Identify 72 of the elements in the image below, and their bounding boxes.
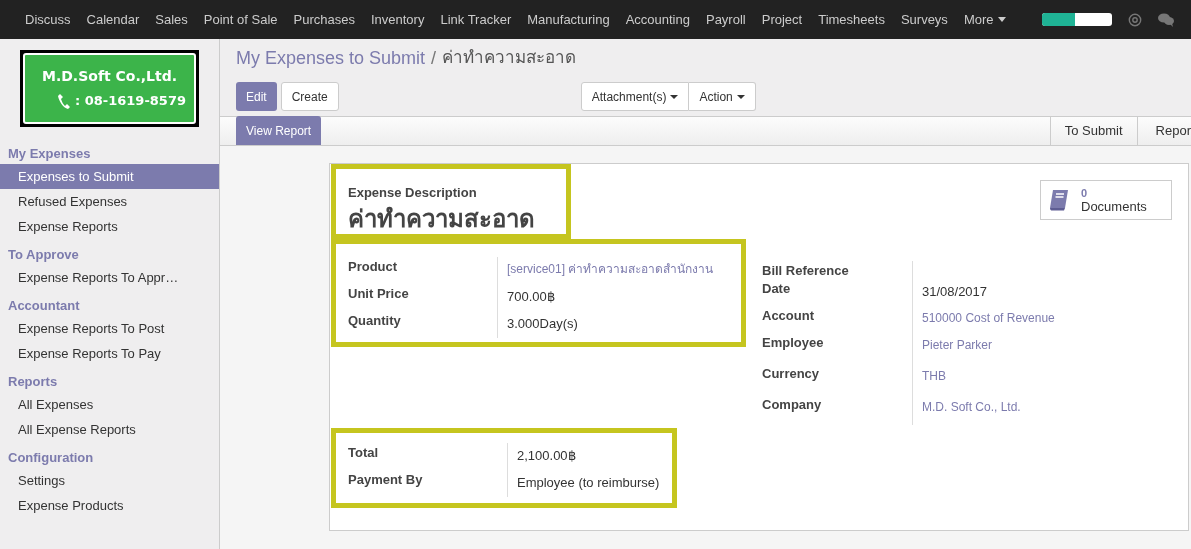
field-link[interactable]: Pieter Parker — [922, 336, 993, 354]
field-label: Unit Price — [348, 285, 409, 303]
documents-button[interactable]: 0 Documents — [1040, 180, 1172, 220]
menu-item[interactable]: Surveys — [892, 5, 956, 34]
breadcrumb-separator: / — [431, 46, 437, 70]
field-value: 3.000Day(s) — [507, 315, 578, 333]
menu-item[interactable]: Point of Sale — [195, 5, 286, 34]
section-heading: My Expenses — [7, 145, 92, 163]
menu-item[interactable]: Discuss — [17, 5, 79, 34]
phone-icon — [57, 92, 71, 110]
menu-item[interactable]: Project — [753, 5, 811, 34]
field-value: Employee (to reimburse) — [517, 474, 660, 492]
field-label: Employee — [762, 334, 824, 352]
sidebar-item[interactable]: All Expenses — [0, 392, 219, 417]
field-label: Bill Reference — [762, 262, 849, 280]
menu-item[interactable]: Link Tracker — [432, 5, 520, 34]
field-label: Total — [348, 444, 379, 462]
breadcrumb-link[interactable]: My Expenses to Submit — [236, 44, 426, 72]
more-menu[interactable]: More — [955, 5, 1014, 34]
view-report-button[interactable]: View Report — [236, 116, 322, 145]
field-link[interactable]: THB — [922, 367, 946, 385]
field-label: Company — [762, 396, 822, 414]
menu-item[interactable]: Calendar — [78, 5, 148, 34]
field-label: Quantity — [348, 312, 401, 330]
menu-item[interactable]: Sales — [147, 5, 196, 34]
dropdown-button[interactable]: Attachment(s) — [580, 82, 690, 111]
caret-icon — [670, 94, 679, 99]
sidebar-item[interactable]: Expense Reports — [0, 214, 219, 239]
sidebar-item[interactable]: Settings — [0, 468, 219, 493]
phone-number: : 08-1619-8579 — [75, 92, 186, 111]
field-value: 31/08/2017 — [922, 283, 988, 301]
section-heading: Reports — [7, 373, 59, 391]
field-label: Account — [762, 307, 814, 325]
caret-icon — [997, 17, 1006, 22]
field-value: 2,100.00฿ — [517, 447, 576, 465]
field-label: Date — [762, 280, 791, 298]
sidebar-item[interactable]: Refused Expenses — [0, 189, 219, 214]
progress-bar — [1041, 13, 1112, 26]
edit-button[interactable]: Edit — [236, 82, 277, 111]
sidebar-item[interactable]: Expense Reports To Post — [0, 316, 219, 341]
status-stage[interactable]: To Submit — [1049, 117, 1137, 145]
field-label: Currency — [762, 365, 820, 383]
book-icon — [1047, 188, 1071, 212]
menu-item[interactable]: Payroll — [697, 5, 754, 34]
field-link[interactable]: [service01] ค่าทำความสะอาดสำนักงาน — [507, 260, 714, 278]
field-label: Payment By — [348, 471, 423, 489]
section-heading: Accountant — [7, 297, 81, 315]
expense-title: ค่าทำความสะอาด — [348, 203, 536, 235]
chat-icon[interactable] — [1157, 12, 1174, 27]
section-heading: Configuration — [7, 449, 95, 467]
caret-icon — [736, 94, 745, 99]
menu-item[interactable]: Inventory — [362, 5, 433, 34]
field-label: Product — [348, 258, 398, 276]
sidebar-item[interactable]: All Expense Reports — [0, 417, 219, 442]
sidebar-item[interactable]: Expense Products — [0, 493, 219, 518]
sidebar-item[interactable]: Expense Reports To Pay — [0, 341, 219, 366]
menu-item[interactable]: Accounting — [617, 5, 698, 34]
sidebar-item[interactable]: Expense Reports To Appr… — [0, 265, 219, 290]
status-stage[interactable]: Repor — [1136, 117, 1191, 145]
field-value: 700.00฿ — [507, 288, 555, 306]
section-heading: To Approve — [7, 246, 80, 264]
menu-item[interactable]: Manufacturing — [519, 5, 618, 34]
company-name: M.D.Soft Co.,Ltd. — [42, 67, 177, 87]
sidebar-item[interactable]: Expenses to Submit — [0, 164, 219, 189]
menu-item[interactable]: Purchases — [285, 5, 363, 34]
dropdown-button[interactable]: Action — [689, 82, 756, 111]
field-link[interactable]: M.D. Soft Co., Ltd. — [922, 398, 1021, 416]
menu-item[interactable]: Timesheets — [810, 5, 893, 34]
field-label: Expense Description — [348, 184, 478, 202]
create-button[interactable]: Create — [280, 82, 339, 111]
breadcrumb-current: ค่าทำความสะอาด — [442, 46, 577, 70]
field-link[interactable]: 510000 Cost of Revenue — [922, 309, 1055, 327]
